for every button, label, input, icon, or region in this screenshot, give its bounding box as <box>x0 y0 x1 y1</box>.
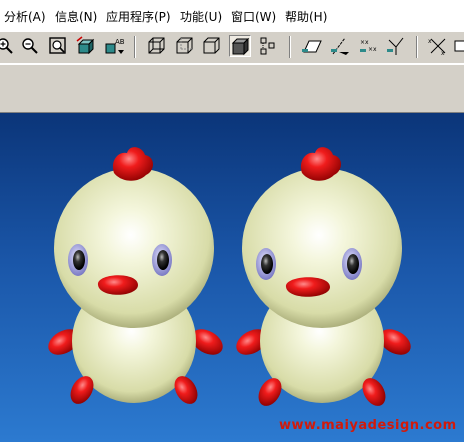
menu-window[interactable]: 窗口(W) <box>231 8 276 25</box>
datum-axis-icon <box>331 37 349 55</box>
zoom-in-button[interactable] <box>0 35 16 57</box>
datum-plane-icon <box>302 40 322 53</box>
toolbar-separator <box>134 36 136 58</box>
spin-center-button[interactable]: xx <box>427 35 449 57</box>
toolbar: AB ×x ×x xx <box>0 32 464 64</box>
toolbar-separator <box>289 36 291 58</box>
svg-text:AB: AB <box>115 38 125 46</box>
menu-help[interactable]: 帮助(H) <box>285 8 327 25</box>
svg-text:×x: ×x <box>368 46 377 53</box>
model-tree-icon <box>260 37 275 55</box>
datum-axis-button[interactable] <box>329 35 351 57</box>
shading-button[interactable] <box>229 35 251 57</box>
dashboard-panel <box>0 64 464 113</box>
menu-applications[interactable]: 应用程序(P) <box>106 8 171 25</box>
chick-model-right[interactable] <box>232 147 415 410</box>
menu-info[interactable]: 信息(N) <box>55 8 97 25</box>
reorient-icon <box>76 36 95 55</box>
datum-plane-button[interactable] <box>301 35 323 57</box>
hidden-line-button[interactable] <box>174 35 196 57</box>
partial-button-icon <box>454 40 464 52</box>
chick-model-left[interactable] <box>44 147 227 408</box>
hidden-line-icon <box>176 37 193 54</box>
svg-text:x: x <box>441 50 445 57</box>
chick-pupil <box>157 250 169 270</box>
model-render <box>44 147 415 410</box>
menu-bar: 分析(A) 信息(N) 应用程序(P) 功能(U) 窗口(W) 帮助(H) <box>0 0 464 33</box>
refit-button[interactable] <box>47 35 69 57</box>
datum-point-button[interactable]: ×x ×x <box>358 35 380 57</box>
chick-beak <box>97 275 138 295</box>
zoom-out-button[interactable] <box>19 35 41 57</box>
wireframe-button[interactable] <box>146 35 168 57</box>
datum-point-icon: ×x×x <box>360 39 377 53</box>
toolbar-overflow-button[interactable] <box>452 35 464 57</box>
saved-views-button[interactable]: AB <box>103 35 125 57</box>
graphics-viewport[interactable] <box>0 113 464 442</box>
menu-tools[interactable]: 功能(U) <box>180 8 222 25</box>
wireframe-icon <box>148 37 165 54</box>
chick-pupil <box>347 254 359 274</box>
chick-pupil <box>261 254 273 274</box>
zoom-in-icon <box>0 38 13 54</box>
shading-icon <box>231 37 250 56</box>
reorient-button[interactable] <box>74 35 96 57</box>
refit-icon <box>49 37 66 54</box>
spin-center-icon: xx <box>428 38 446 57</box>
zoom-out-icon <box>22 38 38 54</box>
watermark-text: www.maiyadesign.com <box>279 418 457 433</box>
coordinate-system-icon <box>387 37 404 55</box>
model-tree-button[interactable] <box>257 35 279 57</box>
toolbar-separator <box>416 36 418 58</box>
chick-pupil <box>73 250 85 270</box>
svg-text:×x: ×x <box>360 39 369 46</box>
no-hidden-button[interactable] <box>201 35 223 57</box>
no-hidden-icon <box>203 37 220 54</box>
menu-analysis[interactable]: 分析(A) <box>4 8 46 25</box>
chick-beak <box>285 277 330 297</box>
saved-views-icon: AB <box>105 38 125 54</box>
svg-text:x: x <box>428 38 432 45</box>
coordinate-system-button[interactable] <box>385 35 407 57</box>
